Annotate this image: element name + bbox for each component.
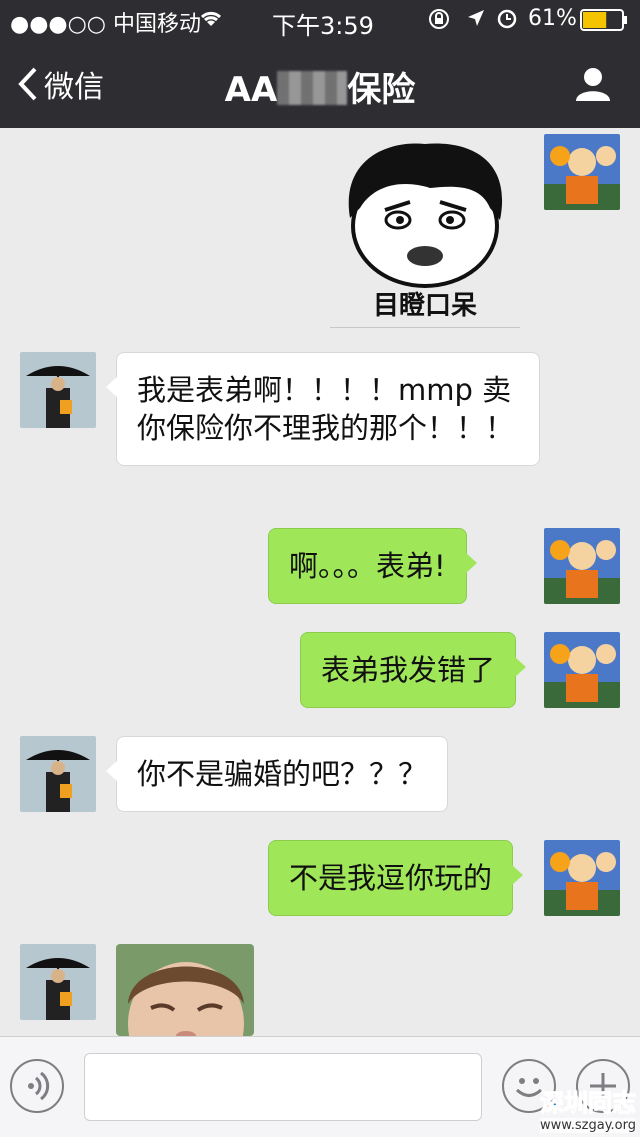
watermark: 深圳同志 www.szgay.org bbox=[540, 1083, 637, 1133]
person-icon bbox=[576, 68, 610, 101]
message-bubble-outgoing[interactable]: 不是我逗你玩的 bbox=[268, 840, 524, 916]
sticker-caption: 目瞪口呆 bbox=[372, 291, 477, 321]
contact-avatar[interactable] bbox=[20, 944, 96, 1020]
message-bubble-outgoing[interactable]: 啊。。。表弟! bbox=[268, 528, 477, 604]
my-avatar[interactable] bbox=[544, 632, 620, 708]
image-message[interactable] bbox=[116, 944, 254, 1036]
input-bar: 深圳同志 www.szgay.org bbox=[0, 1036, 640, 1137]
my-avatar[interactable] bbox=[544, 134, 620, 210]
contact-avatar[interactable] bbox=[20, 736, 96, 812]
sticker-message[interactable]: 目瞪口呆 bbox=[330, 138, 520, 328]
location-icon bbox=[466, 8, 486, 34]
clock: 下午3:59 bbox=[272, 12, 374, 40]
contact-avatar[interactable] bbox=[20, 352, 96, 428]
chat-title-suffix: 保险 bbox=[347, 70, 416, 110]
my-avatar[interactable] bbox=[544, 528, 620, 604]
message-bubble-outgoing[interactable]: 表弟我发错了 bbox=[300, 632, 527, 708]
redaction-blur bbox=[277, 71, 348, 105]
rotation-lock-icon bbox=[428, 8, 450, 36]
chat-title: AA 保险 bbox=[0, 62, 640, 111]
battery-percent: 61% bbox=[528, 6, 577, 31]
wifi-icon bbox=[198, 8, 224, 34]
crying-child-photo bbox=[116, 944, 254, 1036]
shocked-face-sticker bbox=[348, 143, 503, 288]
voice-button[interactable] bbox=[10, 1059, 64, 1113]
divider bbox=[330, 327, 520, 328]
chat-area[interactable]: 目瞪口呆 我是表弟啊！！！！mmp 卖你保险你不理我的那个！！！ 啊。。。表弟!… bbox=[0, 128, 640, 1036]
message-bubble-incoming[interactable]: 你不是骗婚的吧？？？ bbox=[105, 736, 449, 812]
message-bubble-incoming[interactable]: 我是表弟啊！！！！mmp 卖你保险你不理我的那个！！！ bbox=[106, 352, 540, 466]
battery-icon bbox=[580, 9, 628, 37]
watermark-title: 深圳同志 bbox=[540, 1089, 637, 1118]
message-input[interactable] bbox=[84, 1053, 482, 1121]
my-avatar[interactable] bbox=[544, 840, 620, 916]
chat-title-prefix: AA bbox=[224, 70, 278, 110]
profile-button[interactable] bbox=[574, 66, 612, 106]
voice-icon bbox=[28, 1071, 50, 1101]
alarm-icon bbox=[496, 7, 518, 35]
nav-bar: 微信 AA 保险 bbox=[0, 40, 640, 128]
status-bar: ●●●○○ 中国移动 下午3:59 61% bbox=[0, 0, 640, 40]
watermark-url: www.szgay.org bbox=[540, 1118, 636, 1133]
carrier-signal: ●●●○○ 中国移动 bbox=[10, 12, 201, 37]
